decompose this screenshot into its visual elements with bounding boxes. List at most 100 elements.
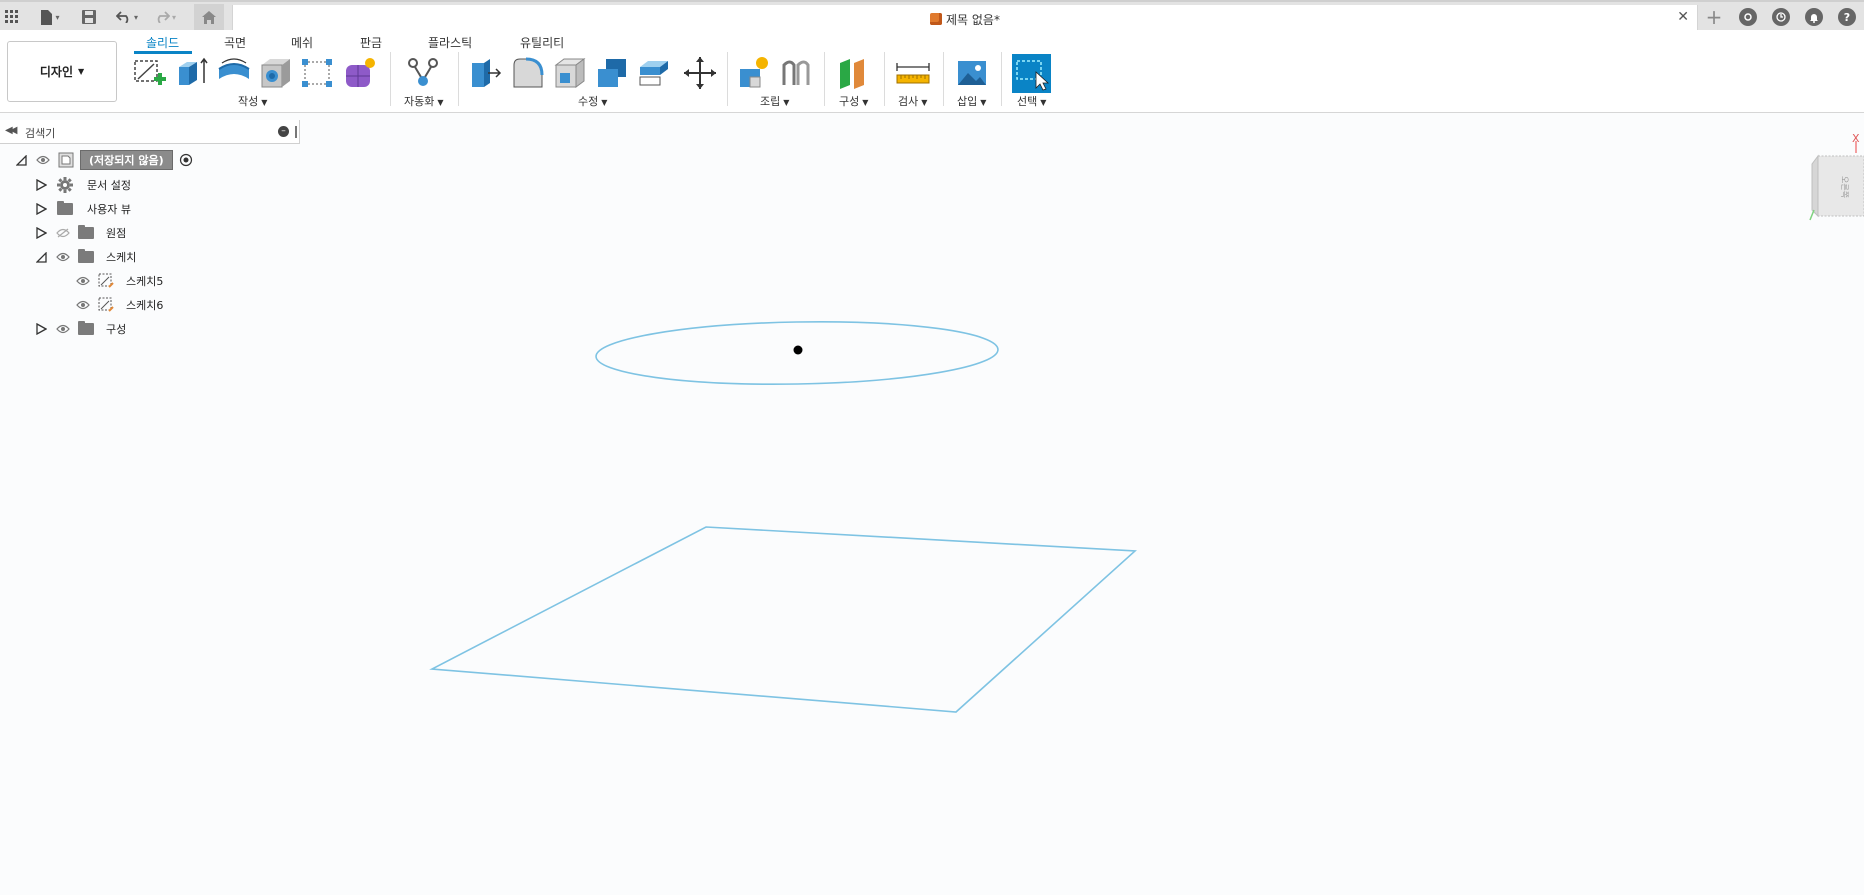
extensions-icon[interactable]: [1739, 8, 1757, 26]
expand-triangle-icon[interactable]: [34, 226, 48, 240]
expand-triangle-icon[interactable]: [34, 178, 48, 192]
tree-item-label: 스케치5: [126, 275, 164, 288]
offset-plane-icon[interactable]: [836, 55, 872, 91]
close-tab-icon[interactable]: ✕: [1677, 9, 1689, 25]
folder-icon: [57, 201, 73, 215]
inspect-menu[interactable]: 검사 ▼: [898, 93, 927, 109]
home-icon: [202, 10, 216, 24]
ribbon-divider: [943, 52, 944, 106]
panel-pin-icon[interactable]: [295, 126, 297, 138]
ribbon-divider: [390, 52, 391, 106]
insert-menu-label: 삽입: [957, 95, 978, 108]
document-title-text: 제목 없음*: [946, 13, 1000, 27]
tree-item-label: 구성: [106, 323, 127, 336]
tree-row-root[interactable]: (저장되지 않음): [14, 149, 193, 171]
tree-row-sketch6[interactable]: 스케치6: [68, 294, 163, 316]
toolbar-ribbon: 디자인 ▼ 솔리드 곡면 메쉬 판금 플라스틱 유틸리티 작성 ▼ 자동화 ▼ 수정 ▼: [0, 30, 1864, 113]
undo-button[interactable]: ▾: [112, 6, 142, 28]
visibility-eye-icon[interactable]: [56, 252, 70, 262]
minimize-browser-icon[interactable]: –: [278, 126, 289, 137]
home-button[interactable]: [194, 4, 224, 30]
folder-icon: [78, 225, 94, 239]
fillet-icon[interactable]: [510, 55, 546, 91]
automate-menu[interactable]: 자동화 ▼: [404, 93, 444, 109]
sketch-icon: [98, 273, 114, 288]
assemble-menu[interactable]: 조립 ▼: [760, 93, 789, 109]
measure-icon[interactable]: [895, 55, 931, 91]
tab-surface[interactable]: 곡면: [224, 34, 246, 51]
collapse-triangle-icon[interactable]: [34, 250, 48, 264]
visibility-eye-icon[interactable]: [76, 300, 90, 310]
document-tab[interactable]: 제목 없음* ✕: [232, 5, 1698, 32]
select-icon[interactable]: [1012, 54, 1051, 93]
new-component-icon[interactable]: [736, 55, 772, 91]
app-grid-icon[interactable]: [2, 6, 22, 28]
document-title: 제목 없음*: [233, 11, 1697, 28]
insert-image-icon[interactable]: [954, 55, 990, 91]
new-tab-icon[interactable]: +: [1703, 5, 1725, 29]
expand-triangle-icon[interactable]: [34, 322, 48, 336]
tree-row-sketches[interactable]: 스케치: [34, 246, 136, 268]
tab-utilities[interactable]: 유틸리티: [520, 34, 564, 51]
activate-radio-icon[interactable]: [179, 153, 193, 167]
joint-icon[interactable]: [778, 55, 814, 91]
tab-solid[interactable]: 솔리드: [146, 34, 179, 51]
tab-plastic[interactable]: 플라스틱: [428, 34, 472, 51]
sketch-center-point[interactable]: [793, 345, 803, 355]
press-pull-icon[interactable]: [468, 55, 504, 91]
extrude-icon[interactable]: [174, 55, 210, 91]
redo-icon: [157, 11, 170, 23]
tree-row-construction[interactable]: 구성: [34, 318, 126, 340]
save-icon[interactable]: [80, 6, 98, 28]
browser-panel: ◀◀ 검색기 – (저장되지 않음) 문서 설정 사용자 뷰 원점 스케치 스케…: [0, 120, 300, 340]
chevron-down-icon: ▼: [783, 98, 790, 107]
help-icon[interactable]: ?: [1838, 8, 1856, 26]
tree-row-document-settings[interactable]: 문서 설정: [34, 174, 131, 196]
expand-triangle-icon[interactable]: [14, 153, 28, 167]
sketch-icon: [98, 297, 114, 312]
automate-menu-label: 자동화: [404, 95, 435, 108]
ribbon-divider: [884, 52, 885, 106]
select-menu[interactable]: 선택 ▼: [1017, 93, 1046, 109]
tab-mesh[interactable]: 메쉬: [291, 34, 313, 51]
ribbon-divider: [458, 52, 459, 106]
create-sketch-icon[interactable]: [132, 55, 168, 91]
create-menu[interactable]: 작성 ▼: [238, 93, 267, 109]
view-cube[interactable]: X 오른쪽: [1804, 126, 1864, 226]
tree-row-named-views[interactable]: 사용자 뷰: [34, 198, 131, 220]
revolve-icon[interactable]: [216, 55, 252, 91]
undo-icon: [115, 11, 129, 23]
folder-icon: [78, 249, 94, 263]
chevron-down-icon: ▼: [77, 67, 85, 76]
x-axis-label: X: [1852, 132, 1860, 145]
notification-bell-icon[interactable]: [1805, 8, 1823, 26]
tree-row-sketch5[interactable]: 스케치5: [68, 270, 163, 292]
expand-triangle-icon[interactable]: [34, 202, 48, 216]
offset-face-icon[interactable]: [636, 55, 672, 91]
file-menu-button[interactable]: ▾: [34, 6, 66, 28]
hole-icon[interactable]: [258, 55, 294, 91]
pattern-icon[interactable]: [300, 55, 336, 91]
browser-title: 검색기: [25, 127, 56, 140]
visibility-eye-icon[interactable]: [56, 324, 70, 334]
job-status-icon[interactable]: [1772, 8, 1790, 26]
workspace-switcher[interactable]: 디자인 ▼: [7, 41, 117, 102]
insert-menu[interactable]: 삽입 ▼: [957, 93, 986, 109]
visibility-eye-icon[interactable]: [36, 155, 50, 165]
redo-button[interactable]: ▾: [150, 6, 180, 28]
combine-icon[interactable]: [594, 55, 630, 91]
hidden-eye-icon[interactable]: [56, 228, 70, 238]
tree-row-origin[interactable]: 원점: [34, 222, 126, 244]
move-icon[interactable]: [682, 55, 718, 91]
automate-icon[interactable]: [405, 55, 441, 91]
construct-menu[interactable]: 구성 ▼: [839, 93, 868, 109]
sketch-rectangle[interactable]: [429, 526, 1137, 713]
collapse-panel-icon[interactable]: ◀◀: [5, 125, 18, 136]
modify-menu[interactable]: 수정 ▼: [578, 93, 607, 109]
workspace-label: 디자인: [39, 65, 73, 79]
tab-sheet-metal[interactable]: 판금: [360, 34, 382, 51]
shell-icon[interactable]: [552, 55, 588, 91]
visibility-eye-icon[interactable]: [76, 276, 90, 286]
tree-item-label: 스케치6: [126, 299, 164, 312]
create-form-icon[interactable]: [342, 55, 378, 91]
